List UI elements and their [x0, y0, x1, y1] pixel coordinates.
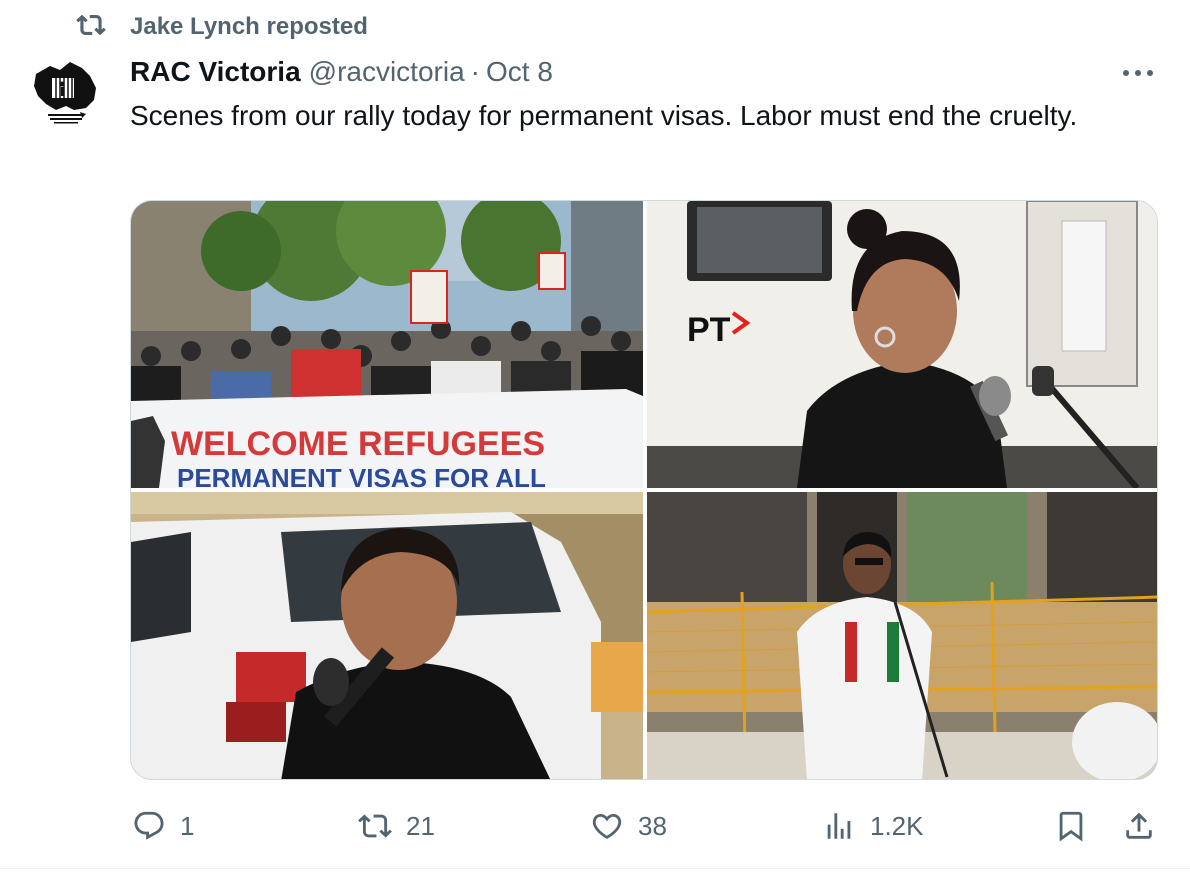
view-count: 1.2K [870, 810, 924, 841]
photo-speaker-woman[interactable]: PT [647, 201, 1157, 488]
tweet-text: Scenes from our rally today for permanen… [130, 100, 1078, 131]
photo-speaker-man[interactable] [131, 492, 643, 779]
like-count: 38 [638, 810, 667, 841]
rac-logo [34, 62, 96, 124]
action-bar: 1 21 38 1.2K [0, 804, 1190, 848]
banner-line1: WELCOME REFUGEES [171, 425, 545, 463]
bookmark-button[interactable] [1054, 804, 1088, 848]
repost-label[interactable]: Jake Lynch reposted [130, 13, 368, 41]
like-button[interactable]: 38 [590, 804, 667, 848]
share-icon [1126, 812, 1152, 839]
photo-speaker-jacket[interactable] [647, 492, 1157, 779]
banner-line2: PERMANENT VISAS FOR ALL [177, 463, 546, 488]
analytics-icon [827, 813, 851, 839]
reply-count: 1 [180, 810, 195, 841]
repost-button[interactable]: 21 [358, 804, 435, 848]
author-display-name[interactable]: RAC Victoria [130, 56, 301, 88]
views-button[interactable]: 1.2K [822, 804, 924, 848]
repost-count: 21 [406, 810, 435, 841]
bookmark-icon [1059, 811, 1083, 842]
header-separator: · [470, 56, 480, 87]
repost-action-icon [358, 814, 392, 838]
share-button[interactable] [1122, 804, 1156, 848]
reply-icon [134, 811, 164, 840]
heart-icon [592, 813, 622, 839]
more-icon [1123, 70, 1153, 76]
media-grid: WELCOME REFUGEES PERMANENT VISAS FOR ALL… [130, 200, 1158, 780]
divider [0, 868, 1190, 869]
tweet-header: RAC Victoria @racvictoria · Oct 8 [130, 52, 553, 92]
photo-rally-march[interactable]: WELCOME REFUGEES PERMANENT VISAS FOR ALL [131, 201, 643, 488]
author-handle[interactable]: @racvictoria [309, 56, 465, 88]
reply-button[interactable]: 1 [132, 804, 194, 848]
repost-icon [76, 10, 106, 45]
tram-logo: PT [687, 311, 731, 349]
tweet-date[interactable]: Oct 8 [486, 56, 553, 88]
repost-indicator[interactable]: Jake Lynch reposted [76, 10, 368, 44]
avatar[interactable] [26, 54, 106, 134]
more-options-button[interactable] [1118, 58, 1158, 88]
